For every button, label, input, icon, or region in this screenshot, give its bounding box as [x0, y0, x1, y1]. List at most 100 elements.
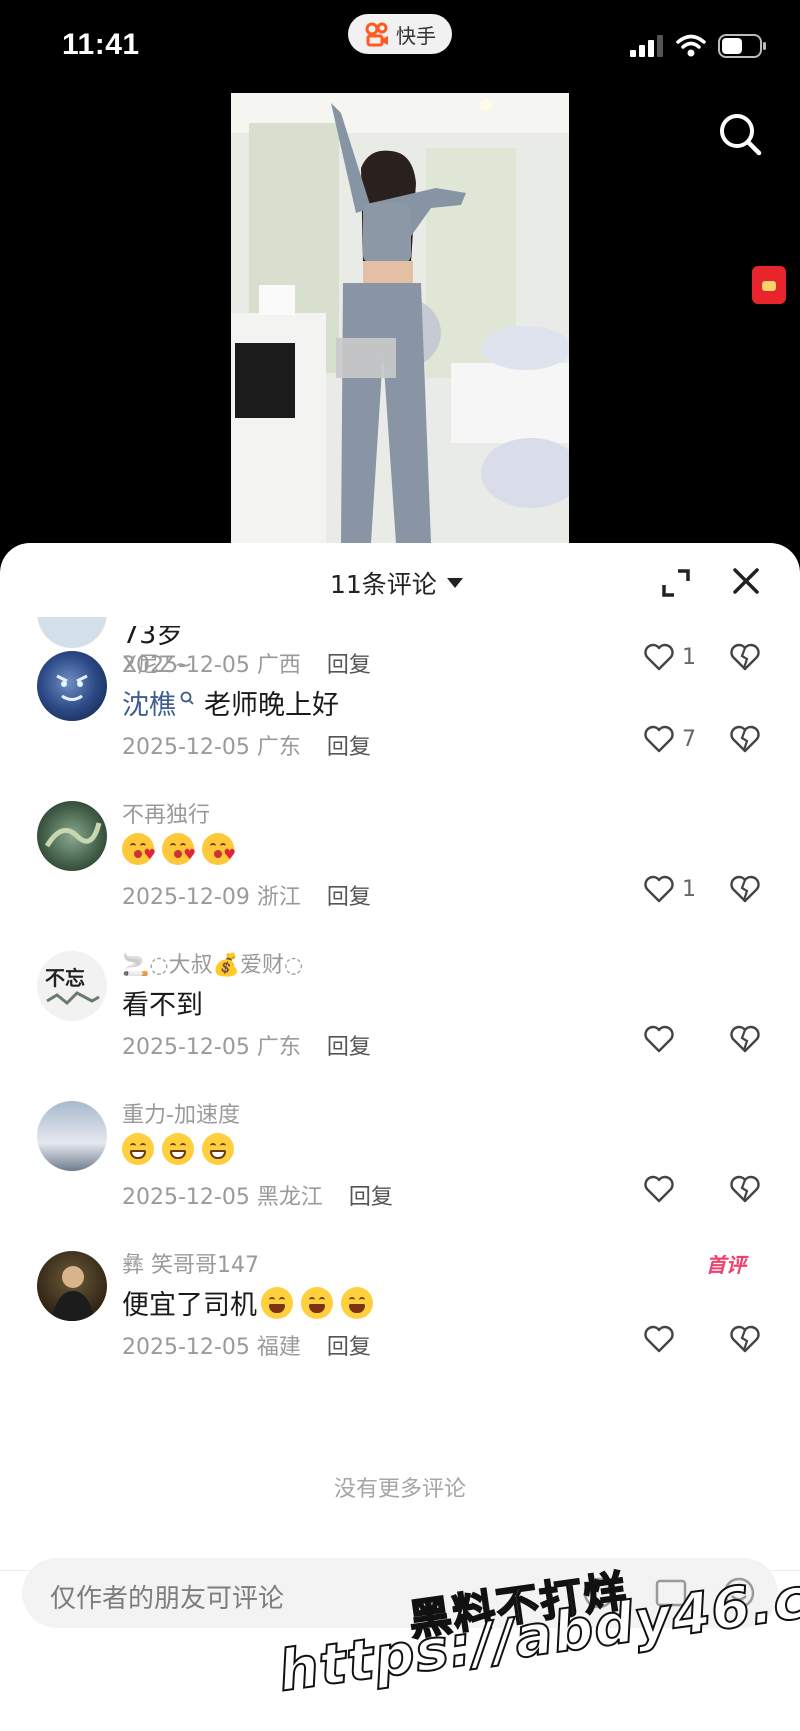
no-more-comments: 没有更多评论 — [333, 1477, 466, 1502]
comment-input-placeholder: 仅作者的朋友可评论 — [50, 1584, 285, 1614]
comment-text — [122, 1133, 238, 1165]
caret-down-icon — [446, 578, 463, 588]
search-icon[interactable] — [716, 110, 764, 158]
kiss-emoji-icon: ♥ — [202, 833, 236, 865]
tears-of-joy-emoji-icon — [261, 1286, 293, 1319]
heart-icon — [644, 1325, 674, 1353]
heart-icon — [644, 875, 674, 903]
comment-text-content: 看不到 — [122, 990, 203, 1021]
avatar[interactable] — [37, 617, 107, 648]
comment-username[interactable]: 彝 笑哥哥147 — [122, 1247, 259, 1279]
svg-text:不忘: 不忘 — [45, 966, 85, 990]
kiss-emoji-icon: ♥ — [122, 833, 156, 865]
comments-count-selector[interactable]: 11条评论 — [330, 565, 463, 601]
like-button[interactable]: 7 — [644, 725, 696, 753]
app-indicator[interactable]: 快手 — [348, 14, 452, 54]
comment-text: ♥ ♥ ♥ — [122, 833, 238, 865]
reply-button[interactable]: 回复 — [327, 1329, 371, 1361]
grinning-emoji-icon — [202, 1133, 234, 1165]
comment-meta: 2025-12-09 浙江 回复 — [122, 879, 371, 911]
reply-button[interactable]: 回复 — [327, 1029, 371, 1061]
heart-icon — [644, 725, 674, 753]
person-avatar-art — [51, 1266, 95, 1321]
comment-meta: 2025-12-05 福建 回复 — [122, 1329, 371, 1361]
comments-title: 11条评论 — [330, 570, 437, 599]
comment-text: 沈樵 老师晚上好 — [122, 683, 339, 722]
red-packet-icon[interactable] — [752, 266, 786, 304]
avatar[interactable] — [37, 1251, 107, 1321]
first-comment-badge: 首评 — [706, 1253, 746, 1277]
kuaishou-logo-icon — [365, 22, 388, 47]
comment-location: 黑龙江 — [256, 1185, 323, 1210]
status-bar: 11:41 快手 — [0, 0, 800, 100]
app-name: 快手 — [396, 23, 436, 48]
comment-text-content: 73岁 — [122, 619, 184, 650]
battery-icon — [718, 34, 766, 58]
comment-location: 广东 — [256, 735, 301, 760]
like-button[interactable] — [644, 1175, 682, 1203]
comments-header: 11条评论 — [0, 543, 800, 623]
comment-meta: 2025-12-05 黑龙江 回复 — [122, 1179, 393, 1211]
comments-panel: 11条评论 73岁 2025-12-05 广西 回复 1 X尼Z~ 沈樵 老师晚… — [0, 543, 800, 1731]
video-player[interactable] — [231, 93, 569, 543]
comment-username[interactable]: 🚬◌大叔💰爱财◌ — [122, 947, 303, 979]
comment-text-content: 便宜了司机 — [122, 1290, 257, 1321]
comment-date: 2025-12-09 — [122, 885, 250, 910]
heart-icon — [644, 1175, 674, 1203]
like-button[interactable] — [644, 1325, 682, 1353]
wifi-icon — [676, 34, 706, 57]
clock: 11:41 — [62, 28, 140, 61]
reply-button[interactable]: 回复 — [349, 1179, 393, 1211]
broken-heart-icon[interactable] — [730, 725, 760, 753]
search-small-icon — [180, 691, 194, 705]
tiger-avatar-art — [56, 674, 88, 701]
comment-item: X尼Z~ 沈樵 老师晚上好 2025-12-05 广东 回复 7 — [0, 647, 800, 787]
heart-icon — [644, 1025, 674, 1053]
comment-username[interactable]: 重力-加速度 — [122, 1097, 240, 1129]
reply-button[interactable]: 回复 — [327, 729, 371, 761]
avatar[interactable] — [37, 1101, 107, 1171]
mention-link[interactable]: 沈樵 — [122, 683, 176, 722]
video-frame — [231, 93, 569, 543]
comment-text: 73岁 — [122, 619, 184, 651]
comment-meta: 2025-12-05 广东 回复 — [122, 729, 371, 761]
signal-icon — [630, 35, 663, 57]
comment-date: 2025-12-05 — [122, 1035, 250, 1060]
calligraphy-avatar-art: 不忘 — [45, 966, 100, 1006]
comment-location: 浙江 — [256, 885, 301, 910]
close-icon[interactable] — [730, 565, 762, 597]
comment-text: 便宜了司机 — [122, 1283, 377, 1322]
expand-icon[interactable] — [660, 567, 692, 599]
comment-username[interactable]: X尼Z~ — [122, 647, 193, 679]
comment-meta: 2025-12-05 广东 回复 — [122, 1029, 371, 1061]
comment-date: 2025-12-05 — [122, 735, 250, 760]
like-count: 1 — [682, 876, 696, 902]
comment-date: 2025-12-05 — [122, 1335, 250, 1360]
comment-item: 彝 笑哥哥147 首评 便宜了司机 2025-12-05 福建 回复 — [0, 1247, 800, 1377]
comment-item: 不再独行 ♥ ♥ ♥ 2025-12-09 浙江 回复 1 — [0, 797, 800, 937]
like-count: 7 — [682, 726, 696, 752]
avatar[interactable]: 不忘 — [37, 951, 107, 1021]
comments-list[interactable]: 73岁 2025-12-05 广西 回复 1 X尼Z~ 沈樵 老师晚上好 202… — [0, 617, 800, 1377]
broken-heart-icon[interactable] — [730, 1325, 760, 1353]
kiss-emoji-icon: ♥ — [162, 833, 196, 865]
comment-username[interactable]: 不再独行 — [122, 797, 210, 829]
avatar[interactable] — [37, 801, 107, 871]
comment-text-content: 老师晚上好 — [204, 690, 339, 721]
like-button[interactable] — [644, 1025, 682, 1053]
comment-date: 2025-12-05 — [122, 1185, 250, 1210]
broken-heart-icon[interactable] — [730, 1175, 760, 1203]
grinning-emoji-icon — [122, 1133, 154, 1165]
tears-of-joy-emoji-icon — [301, 1286, 333, 1319]
comment-location: 广东 — [256, 1035, 301, 1060]
grinning-emoji-icon — [162, 1133, 194, 1165]
comment-text: 看不到 — [122, 983, 203, 1022]
tears-of-joy-emoji-icon — [341, 1286, 373, 1319]
broken-heart-icon[interactable] — [730, 1025, 760, 1053]
comment-item: 重力-加速度 2025-12-05 黑龙江 回复 — [0, 1097, 800, 1237]
reply-button[interactable]: 回复 — [327, 879, 371, 911]
broken-heart-icon[interactable] — [730, 875, 760, 903]
like-button[interactable]: 1 — [644, 875, 696, 903]
avatar[interactable] — [37, 651, 107, 721]
snake-avatar-art — [44, 822, 102, 848]
